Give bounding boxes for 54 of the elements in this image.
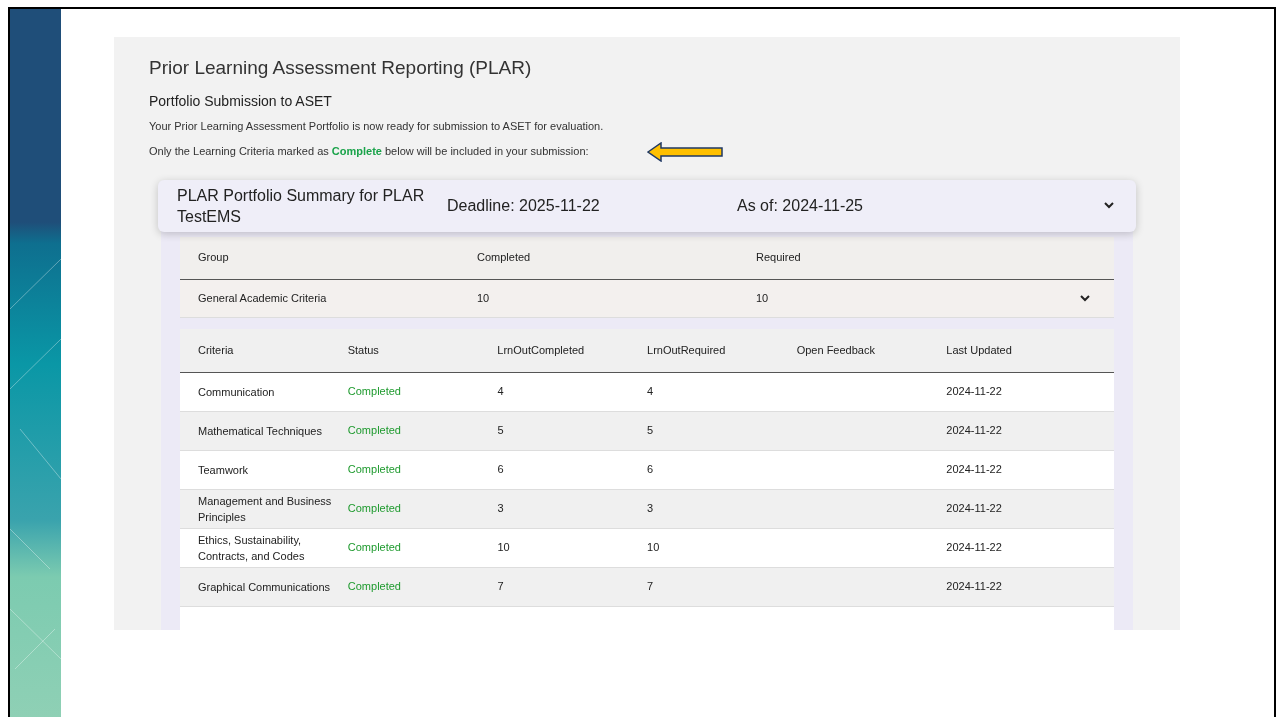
status-text: Completed [347,384,402,400]
table-cell-text: 2024-11-22 [946,462,1003,478]
intro-text: Your Prior Learning Assessment Portfolio is now ready for submission to ASET for evaluation. [149,119,605,134]
table-cell-text: 2024-11-22 [946,540,1003,556]
summary-header[interactable]: PLAR Portfolio Summary for PLAR TestEMS Deadline: 2025-11-22 As of: 2024-11-25 [158,179,1136,232]
chevron-icon [1104,202,1114,209]
column-header: Required [756,250,802,266]
table-cell-text: 5 [647,423,655,439]
column-header: Completed [477,250,532,266]
table-cell-text: 6 [497,462,505,478]
arrow-icon [646,141,724,162]
table-cell-text: General Academic Criteria [198,290,328,306]
chevron-icon [1080,294,1090,302]
table-cell-text: 2024-11-22 [946,501,1003,517]
table-cell-text: Teamwork [198,462,250,478]
table-cell-text: 10 [756,290,770,306]
status-text: Completed [347,462,402,478]
column-header: Criteria [198,342,235,358]
table-cell-text: Mathematical Techniques [198,423,323,439]
table-cell-text: 2024-11-22 [946,579,1003,595]
table-cell-text: 2024-11-22 [946,384,1003,400]
table-cell-text: 4 [647,384,655,400]
column-header: Open Feedback [796,342,876,358]
table-cell-text: 2024-11-22 [946,423,1003,439]
status-text: Completed [347,579,402,595]
table-cell-text: Communication [198,384,276,400]
table-cell-text: 10 [647,540,661,556]
deadline-text: Deadline: 2025-11-22 [447,195,601,216]
as-of-date: As of: 2024-11-25 [737,195,864,216]
table-cell-text: 6 [647,462,655,478]
table-cell-text: Ethics, Sustainability, Contracts, and Codes [198,532,306,564]
status-text: Completed [347,501,402,517]
summary-title: PLAR Portfolio Summary for PLAR TestEMS [177,185,426,227]
table-cell-text: 10 [477,290,491,306]
note-text: Only the Learning Criteria marked as Complete below will be included in your submission: [149,144,589,160]
table-cell-text: Management and Business Principles [198,493,333,525]
group-row[interactable]: General Academic Criteria 10 10 [180,279,1114,318]
column-header: Last Updated [946,342,1013,358]
table-cell-text: 5 [497,423,505,439]
table-cell-text: 3 [497,501,505,517]
status-text: Completed [347,423,402,439]
column-header: Status [347,342,380,358]
table-cell-text: 7 [647,579,655,595]
table-cell-text: 7 [497,579,505,595]
table-cell-text: 4 [497,384,505,400]
table-cell-text: Graphical Communications [198,579,332,595]
column-header: LrnOutCompleted [497,342,586,358]
table-cell-text: 10 [497,540,511,556]
column-header: LrnOutRequired [647,342,727,358]
section-heading: Portfolio Submission to ASET [149,92,333,111]
status-text: Completed [347,540,402,556]
table-cell-text: 3 [647,501,655,517]
column-header: Group [198,250,230,266]
page-title: Prior Learning Assessment Reporting (PLAR) [149,56,533,80]
